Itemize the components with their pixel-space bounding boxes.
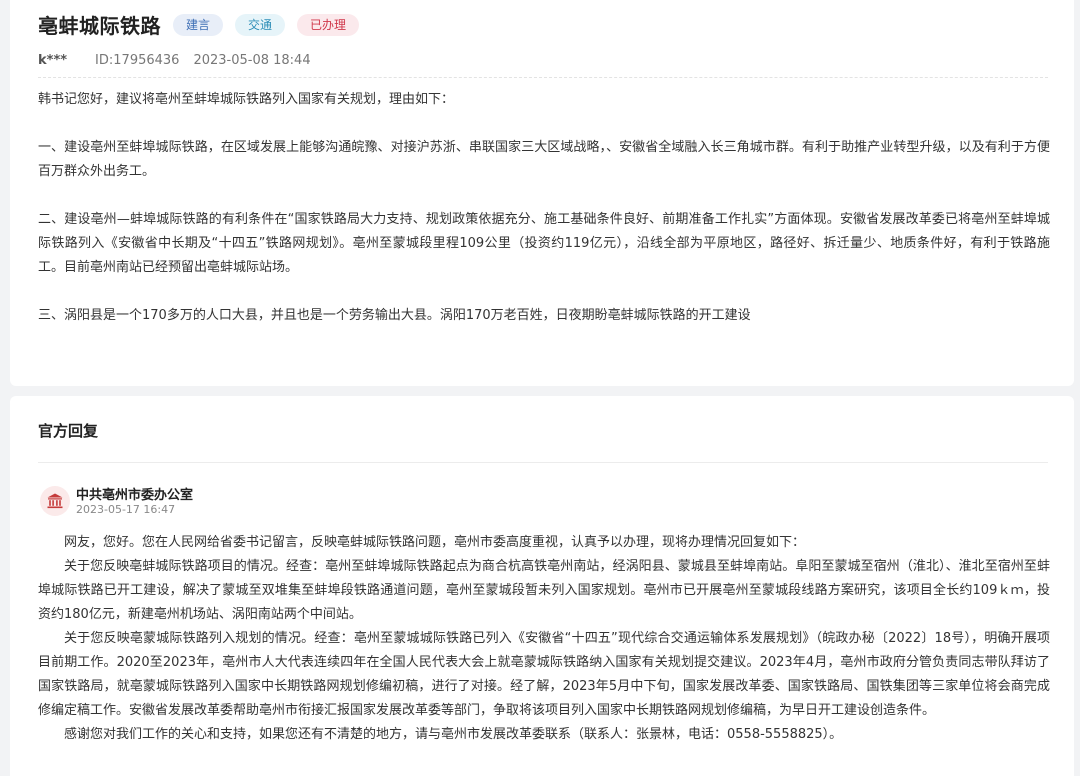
- tag-status: 已办理: [297, 13, 360, 36]
- post-paragraph: 二、建设亳州—蚌埠城际铁路的有利条件在“国家铁路局大力支持、规划政策依据充分、施…: [38, 212, 1050, 275]
- post-user: k***: [38, 53, 68, 68]
- post-content: 韩书记您好，建议将亳州至蚌埠城际铁路列入国家有关规划，理由如下： 一、建设亳州至…: [38, 88, 1050, 328]
- reply-paragraph: 关于您反映亳蚌城际铁路项目的情况。经查：亳州至蚌埠城际铁路起点为商合杭高铁亳州南…: [38, 559, 1050, 622]
- reply-content: 网友，您好。您在人民网给省委书记留言，反映亳蚌城际铁路问题，亳州市委高度重视，认…: [38, 531, 1050, 747]
- post-paragraph: 韩书记您好，建议将亳州至蚌埠城际铁路列入国家有关规划，理由如下：: [38, 92, 455, 107]
- reply-paragraph: 感谢您对我们工作的关心和支持，如果您还有不清楚的地方，请与亳州市发展改革委联系（…: [64, 727, 843, 742]
- meta-divider: [38, 77, 1048, 78]
- tag-category[interactable]: 建言: [173, 13, 224, 36]
- reply-heading: 官方回复: [38, 422, 99, 440]
- tag-domain[interactable]: 交通: [235, 13, 286, 36]
- post-paragraph: 三、涡阳县是一个170多万的人口大县，并且也是一个劳务输出大县。涡阳170万老百…: [38, 308, 751, 323]
- post-meta: k*** ID:17956436 2023-05-08 18:44: [38, 53, 311, 68]
- post-id: ID:17956436: [95, 53, 180, 68]
- reply-card: 官方回复 中共亳州市委办公室 2023-05-17 16:47 网友，您好。您在…: [10, 396, 1074, 776]
- post-card: 亳蚌城际铁路 建言 交通 已办理 k*** ID:17956436 2023-0…: [10, 0, 1074, 386]
- post-title: 亳蚌城际铁路: [38, 14, 161, 38]
- reply-paragraph: 关于您反映亳蒙城际铁路列入规划的情况。经查：亳州至蒙城城际铁路已列入《安徽省“十…: [38, 631, 1050, 718]
- building-columns-icon-svg: [47, 493, 63, 509]
- reply-paragraph: 网友，您好。您在人民网给省委书记留言，反映亳蚌城际铁路问题，亳州市委高度重视，认…: [64, 535, 806, 550]
- post-datetime: 2023-05-08 18:44: [193, 53, 311, 68]
- org-date: 2023-05-17 16:47: [76, 503, 176, 516]
- post-paragraph: 一、建设亳州至蚌埠城际铁路，在区域发展上能够沟通皖豫、对接沪苏浙、串联国家三大区…: [38, 140, 1050, 179]
- title-row: 亳蚌城际铁路 建言 交通 已办理: [38, 10, 360, 39]
- org-name: 中共亳州市委办公室: [76, 488, 194, 503]
- reply-divider: [38, 462, 1048, 463]
- building-columns-icon: [40, 486, 70, 516]
